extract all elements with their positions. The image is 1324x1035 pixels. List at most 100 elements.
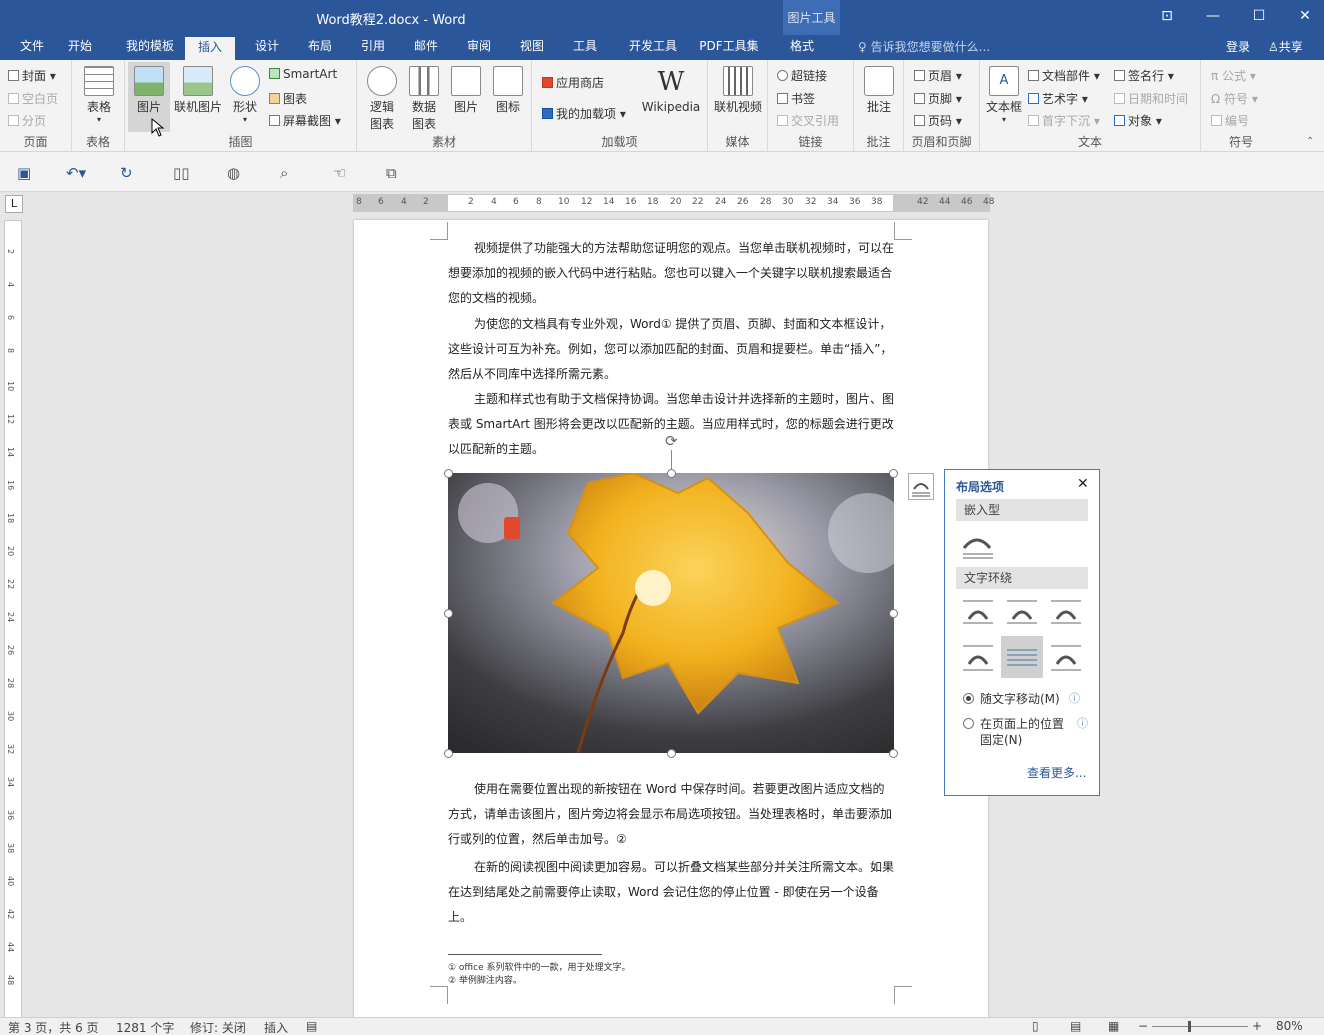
wrap-inline-icon[interactable] [961,528,995,562]
tab-selector[interactable]: L [5,195,23,213]
ribbon-display-icon[interactable]: ⊡ [1144,0,1190,32]
print-preview-icon[interactable]: ⌕ [280,164,288,182]
pane-close-icon[interactable]: ✕ [1077,476,1089,492]
see-more-link[interactable]: 查看更多... [1027,764,1086,781]
read-mode-icon[interactable]: ▯▯ [173,164,190,182]
bookmark-button[interactable]: 书签 [777,90,815,107]
tab-7[interactable]: 邮件 [401,35,451,60]
wrap-through-icon[interactable] [1049,595,1083,629]
resize-handle[interactable] [444,749,453,758]
wrap-square-icon[interactable] [961,595,995,629]
wrap-in-front-icon[interactable] [1049,640,1083,674]
paragraph[interactable]: 视频提供了功能强大的方法帮助您证明您的观点。当您单击联机视频时，可以在想要添加的… [448,236,894,311]
online-video-button[interactable]: 联机视频 [712,64,764,115]
share-button[interactable]: ♙共享 [1268,38,1303,55]
maximize-button[interactable]: ☐ [1236,0,1282,32]
read-view-icon[interactable]: ▯ [1032,1019,1039,1033]
material-picture-button[interactable]: 图片 [449,64,483,115]
track-changes-status[interactable]: 修订: 关闭 [190,1019,246,1035]
resize-handle[interactable] [889,749,898,758]
zoom-level[interactable]: 80% [1276,1019,1303,1033]
equation-button[interactable]: π 公式 ▾ [1211,67,1256,84]
store-button[interactable]: 应用商店 [542,74,604,91]
tab-9[interactable]: 视图 [507,35,557,60]
touch-mode-icon[interactable]: ☜ [333,164,346,182]
header-button[interactable]: 页眉 ▾ [914,67,962,84]
page-number-button[interactable]: 页码 ▾ [914,112,962,129]
zoom-slider-thumb[interactable] [1188,1021,1191,1032]
wordart-button[interactable]: 艺术字 ▾ [1028,90,1088,107]
crossref-button[interactable]: 交叉引用 [777,112,839,129]
resize-handle[interactable] [667,469,676,478]
macro-icon[interactable]: ▤ [306,1019,317,1033]
tab-4[interactable]: 设计 [242,35,292,60]
page-count[interactable]: 第 3 页，共 6 页 [8,1019,99,1035]
zoom-in-icon[interactable]: + [1252,1019,1262,1033]
redo-icon[interactable]: ↻ [120,164,133,182]
leaf-picture[interactable] [448,473,894,753]
dropcap-button[interactable]: 首字下沉 ▾ [1028,112,1100,129]
layout-options-button[interactable] [908,473,934,500]
data-chart-button[interactable]: 数据 图表 [407,64,441,132]
table-button[interactable]: 表格 ▾ [82,64,116,124]
rotate-handle-icon[interactable]: ⟳ [665,432,678,450]
my-addins-button[interactable]: 我的加载项 ▾ [542,105,626,122]
horizontal-ruler[interactable]: 8 6 4 2 2 4 6 8 10 12 14 16 18 20 22 24 26 28 30 32 34 36 38 42… [353,194,994,212]
undo-icon[interactable]: ↶▾ [66,164,86,182]
document-page[interactable]: 视频提供了功能强大的方法帮助您证明您的观点。当您单击联机视频时，可以在想要添加的… [354,220,988,1020]
info-icon[interactable]: ⓘ [1077,715,1088,731]
zoom-slider[interactable] [1152,1026,1248,1027]
fix-position-radio[interactable] [963,718,974,729]
resize-handle[interactable] [889,469,898,478]
paragraph[interactable]: 为使您的文档具有专业外观，Word① 提供了页眉、页脚、封面和文本框设计，这些设… [448,312,894,387]
minimize-button[interactable]: — [1190,0,1236,32]
tab-6[interactable]: 引用 [348,35,398,60]
tab-8[interactable]: 审阅 [454,35,504,60]
datetime-button[interactable]: 日期和时间 [1114,90,1188,107]
web-layout-icon[interactable]: ◍ [227,164,240,182]
textbox-button[interactable]: A 文本框 ▾ [984,64,1024,124]
zoom-out-icon[interactable]: − [1138,1019,1148,1033]
footer-button[interactable]: 页脚 ▾ [914,90,962,107]
screenshot-button[interactable]: 屏幕截图 ▾ [269,112,341,129]
online-picture-button[interactable]: 联机图片 [173,64,223,115]
quick-parts-button[interactable]: 文档部件 ▾ [1028,67,1100,84]
shapes-button[interactable]: 形状 ▾ [227,64,263,124]
comment-button[interactable]: 批注 [862,64,896,115]
symbol-button[interactable]: Ω 符号 ▾ [1211,90,1258,107]
icon-button[interactable]: 图标 [491,64,525,115]
footnote[interactable]: ① office 系列软件中的一款，用于处理文字。 [448,960,630,973]
footnote[interactable]: ② 举例脚注内容。 [448,973,522,986]
tab-3[interactable]: 插入 [185,37,235,60]
customize-icon[interactable]: ⧉ [386,164,397,182]
tab-0[interactable]: 文件 [7,35,57,60]
close-button[interactable]: ✕ [1282,0,1324,32]
tab-12[interactable]: PDF工具集 [689,35,769,60]
web-view-icon[interactable]: ▦ [1108,1019,1119,1033]
page-break-button[interactable]: 分页 [8,112,46,129]
wrap-tight-icon[interactable] [1005,595,1039,629]
smartart-button[interactable]: SmartArt [269,67,337,81]
info-icon[interactable]: ⓘ [1069,690,1080,706]
resize-handle[interactable] [444,609,453,618]
tab-2[interactable]: 我的模板 [110,35,190,60]
resize-handle[interactable] [667,749,676,758]
tab-5[interactable]: 布局 [295,35,345,60]
object-button[interactable]: 对象 ▾ [1114,112,1162,129]
word-count[interactable]: 1281 个字 [116,1019,174,1035]
move-with-text-radio[interactable] [963,693,974,704]
cover-page-button[interactable]: 封面 ▾ [8,67,56,84]
vertical-ruler[interactable]: 2 4 6 8 10 12 14 16 18 20 22 24 26 28 30 32 34 36 38 40 42 44… [4,220,22,1020]
tab-10[interactable]: 工具 [560,35,610,60]
signature-button[interactable]: 签名行 ▾ [1114,67,1174,84]
paragraph[interactable]: 使用在需要位置出现的新按钮在 Word 中保存时间。若要更改图片适应文档的方式，… [448,777,894,852]
wrap-top-bottom-icon[interactable] [961,640,995,674]
hyperlink-button[interactable]: 超链接 [777,67,827,84]
login-link[interactable]: 登录 [1226,38,1250,55]
paragraph[interactable]: 在新的阅读视图中阅读更加容易。可以折叠文档某些部分并关注所需文本。如果在达到结尾… [448,855,894,930]
save-icon[interactable]: ▣ [17,164,31,182]
numbering-button[interactable]: 编号 [1211,112,1249,129]
collapse-ribbon-icon[interactable]: ⌃ [1306,136,1314,147]
blank-page-button[interactable]: 空白页 [8,90,58,107]
wikipedia-button[interactable]: W Wikipedia [640,64,702,114]
